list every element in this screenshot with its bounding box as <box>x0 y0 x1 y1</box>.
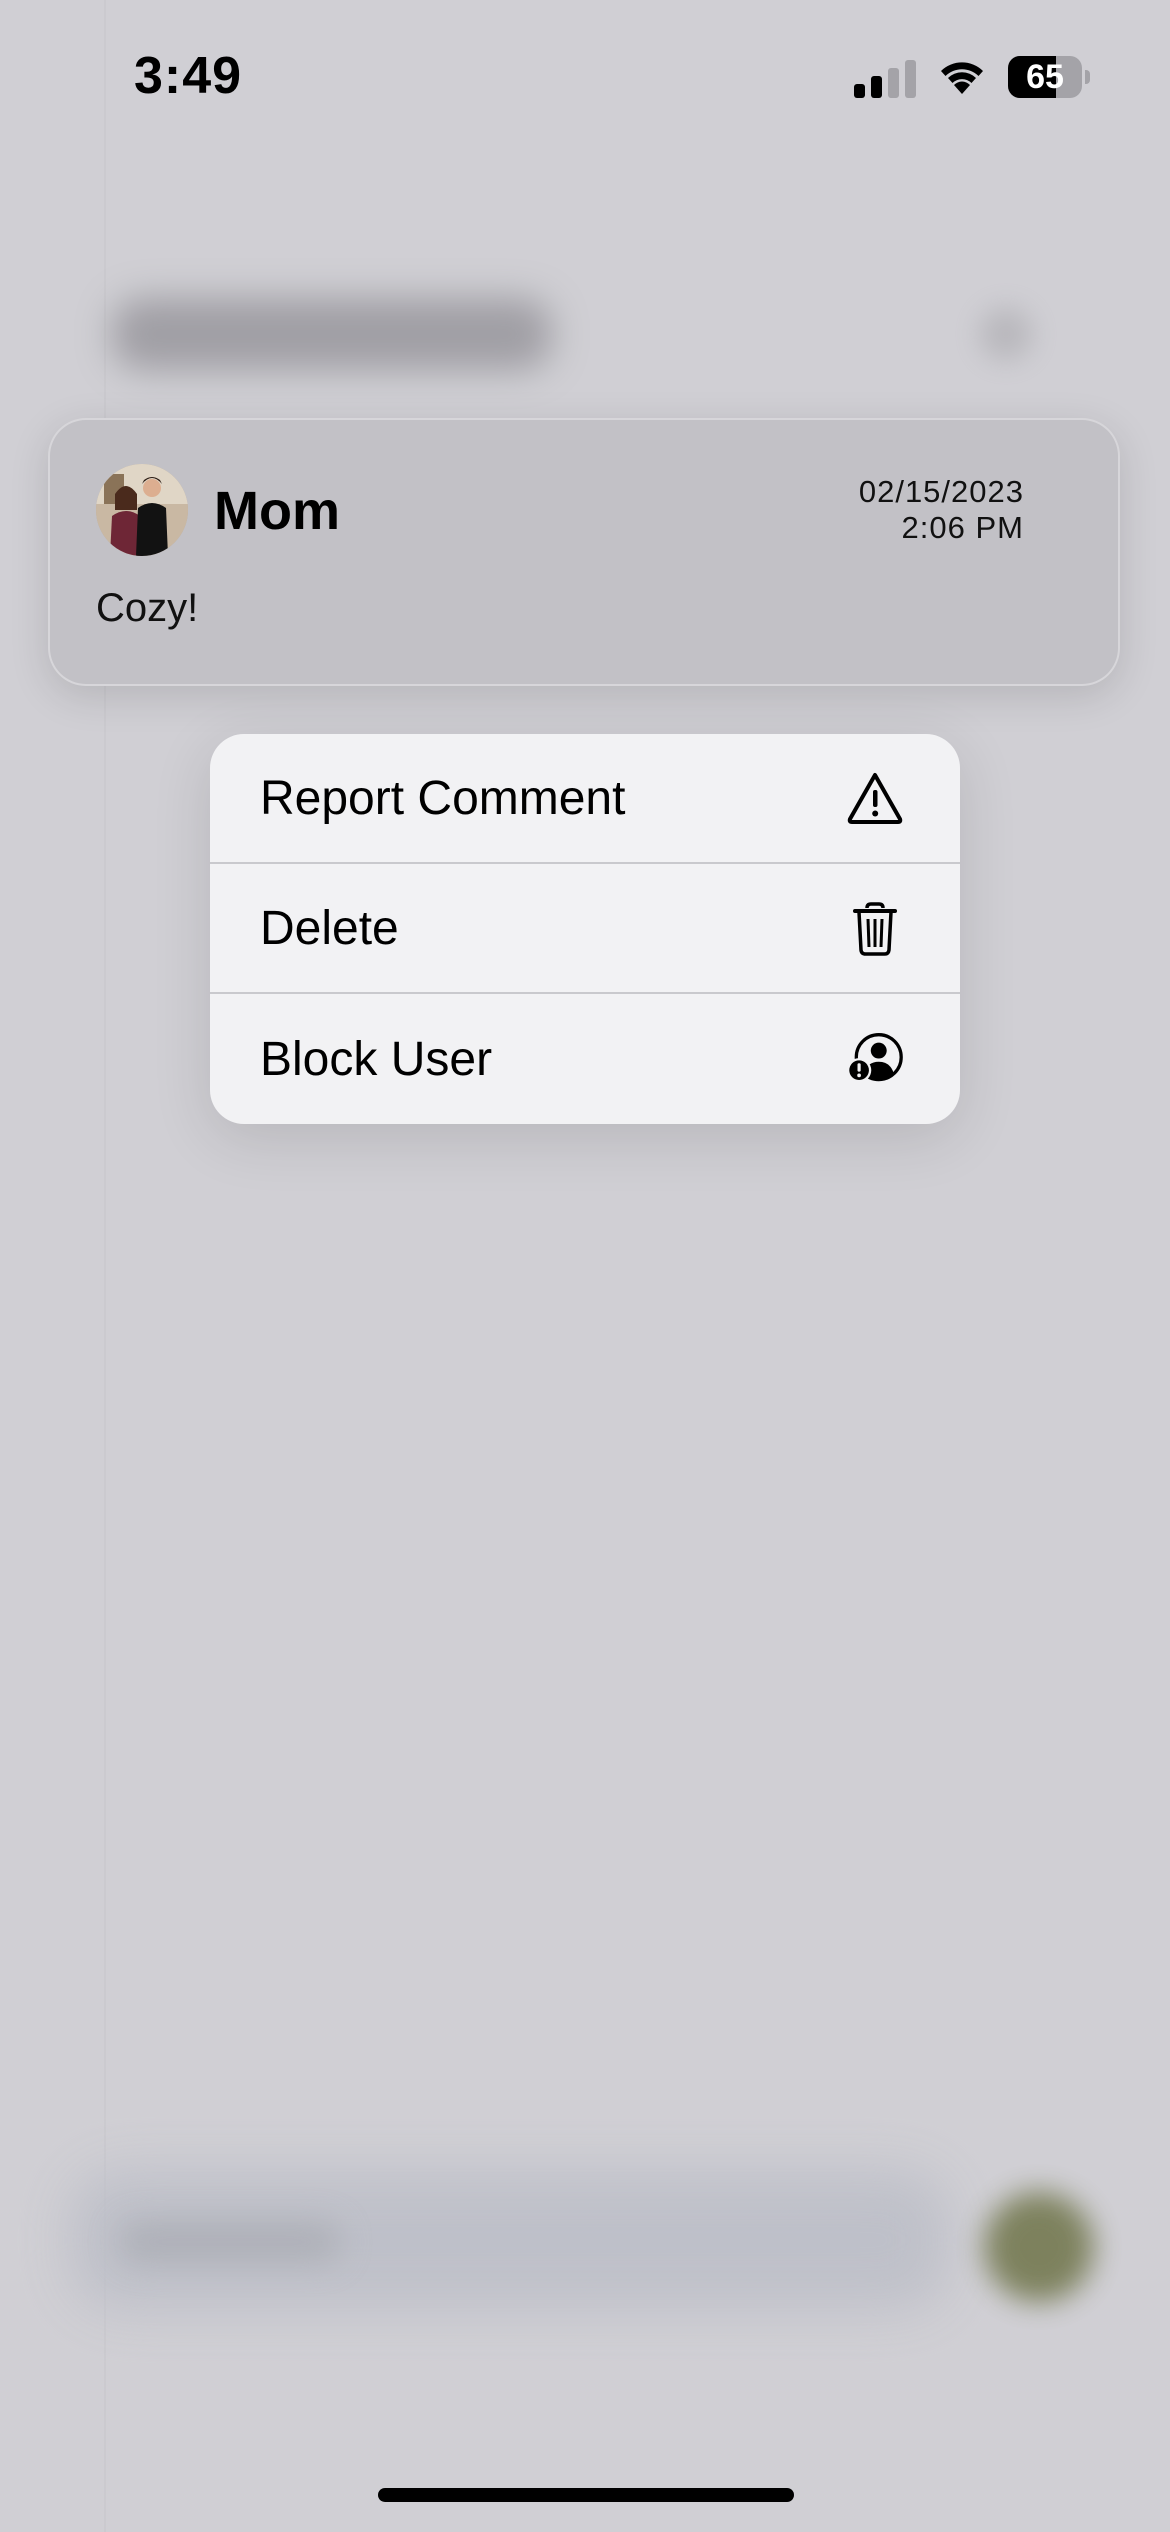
comment-author: Mom <box>214 481 340 541</box>
wifi-icon <box>936 56 988 96</box>
comment-text: Cozy! <box>96 586 199 630</box>
blurred-send-button <box>984 2192 1094 2302</box>
comment-date: 02/15/2023 <box>858 474 1024 509</box>
blurred-background <box>0 0 1170 2532</box>
menu-item-label: Block User <box>260 1032 493 1086</box>
blurred-input-placeholder <box>120 2222 340 2262</box>
context-menu: Report Comment Delete Block User <box>210 734 960 1124</box>
warning-triangle-icon <box>846 769 904 827</box>
block-user-menu-item[interactable]: Block User <box>210 994 960 1124</box>
menu-item-label: Report Comment <box>260 771 626 825</box>
blurred-header-button <box>980 308 1032 360</box>
report-comment-menu-item[interactable]: Report Comment <box>210 734 960 864</box>
comment-time: 2:06 PM <box>901 510 1024 545</box>
trash-icon <box>846 899 904 957</box>
status-bar: 3:49 65 <box>0 0 1170 150</box>
cellular-signal-icon <box>854 58 916 98</box>
delete-menu-item[interactable]: Delete <box>210 864 960 994</box>
comment-timestamp: 02/15/2023 2:06 PM <box>859 474 1024 546</box>
status-time: 3:49 <box>134 47 243 105</box>
block-user-icon <box>846 1030 904 1088</box>
blurred-page-title <box>112 298 552 370</box>
comment-card[interactable]: Mom 02/15/2023 2:06 PM Cozy! <box>48 418 1120 686</box>
menu-item-label: Delete <box>260 901 399 955</box>
background-divider <box>104 0 106 2532</box>
home-indicator[interactable] <box>378 2488 794 2502</box>
avatar[interactable] <box>96 464 188 556</box>
battery-icon: 65 <box>1008 56 1090 98</box>
battery-percent: 65 <box>1026 57 1064 96</box>
